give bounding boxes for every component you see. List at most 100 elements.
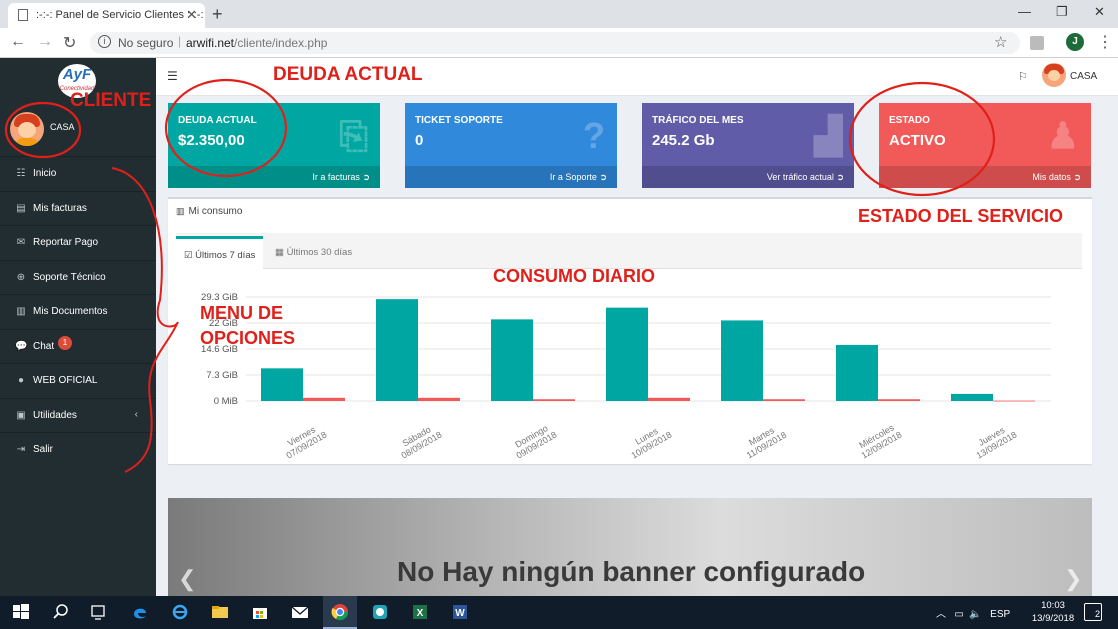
clock-time: 10:03 xyxy=(1041,600,1065,611)
sidebar-item-utilidades[interactable]: ▣ Utilidades ‹ xyxy=(0,397,156,433)
chart-bar xyxy=(951,393,993,401)
info-icon[interactable]: i xyxy=(98,35,111,48)
info-box-label: TRÁFICO DEL MES xyxy=(652,115,744,126)
new-tab-icon[interactable]: + xyxy=(212,4,223,25)
sidebar-item-soporte-tecnico[interactable]: ⊕ Soporte Técnico xyxy=(0,259,156,295)
menu-toggle-icon[interactable]: ☰ xyxy=(167,69,178,83)
sidebar-item-reportar-pago[interactable]: ✉ Reportar Pago xyxy=(0,225,156,260)
x-tick-label: Miércoles12/09/2018 xyxy=(854,421,903,459)
address-bar: ← → ↻ i No seguro | arwifi.net/cliente/i… xyxy=(0,28,1118,58)
tab-ultimos-30-dias[interactable]: ▦ Últimos 30 días xyxy=(267,236,360,269)
sidebar-item-salir[interactable]: ⇥ Salir xyxy=(0,432,156,467)
browser-tab-strip: :-:-: Panel de Servicio Clientes :-:-: ✕… xyxy=(0,0,1118,28)
topbar-username[interactable]: CASA xyxy=(1070,71,1097,82)
info-box-value: ACTIVO xyxy=(889,132,946,149)
task-view-icon[interactable] xyxy=(89,603,107,621)
avatar[interactable] xyxy=(1042,63,1066,87)
chat-icon: 💬 xyxy=(15,340,28,352)
close-tab-icon[interactable]: ✕ xyxy=(186,7,197,23)
sidebar-item-mis-documentos[interactable]: ▥ Mis Documentos xyxy=(0,294,156,329)
dashboard-icon: ☷ xyxy=(16,168,26,179)
logout-icon: ⇥ xyxy=(16,444,26,455)
mail-icon[interactable] xyxy=(291,603,309,621)
windows-start-icon[interactable] xyxy=(12,603,30,621)
info-box-trafico: TRÁFICO DEL MES 245.2 Gb ▟ Ver tráfico a… xyxy=(642,103,854,188)
info-box-footer-link[interactable]: Ir a facturas ➲ xyxy=(168,166,380,188)
chrome-taskbar-button[interactable] xyxy=(323,596,357,629)
chart-bar xyxy=(878,399,920,401)
back-icon[interactable]: ← xyxy=(10,33,26,51)
profile-avatar[interactable]: J xyxy=(1066,33,1084,51)
carousel-next-icon[interactable]: ❯ xyxy=(1064,566,1082,592)
calendar-icon: ▦ xyxy=(275,247,284,258)
x-tick-label: Domingo09/09/2018 xyxy=(509,421,558,459)
tab-ultimos-7-dias[interactable]: ☑ Últimos 7 días xyxy=(176,236,264,269)
chart-bar xyxy=(491,319,533,401)
info-box-value: 0 xyxy=(415,132,424,149)
info-box-footer-link[interactable]: Ver tráfico actual ➲ xyxy=(642,166,854,188)
reload-icon[interactable]: ↻ xyxy=(63,33,76,53)
security-indicator: No seguro xyxy=(118,36,174,50)
taskbar-clock[interactable]: 10:03 13/9/2018 xyxy=(1031,599,1075,625)
annotation-menu-line2: OPCIONES xyxy=(200,328,296,348)
network-icon[interactable]: ▭ xyxy=(954,609,963,620)
info-box-footer-link[interactable]: Mis datos ➲ xyxy=(879,166,1091,188)
sidebar-item-label: Chat xyxy=(33,340,55,352)
annotation-cliente: CLIENTE xyxy=(70,90,152,111)
clock-date: 13/9/2018 xyxy=(1031,613,1075,624)
carousel-prev-icon[interactable]: ❮ xyxy=(178,566,196,592)
chart-bar xyxy=(763,399,805,401)
chevron-up-icon[interactable]: ︿ xyxy=(936,609,946,620)
question-circle-icon: ? xyxy=(583,115,605,156)
bookmark-star-icon[interactable]: ☆ xyxy=(994,33,1007,51)
browser-menu-icon[interactable]: ⋮ xyxy=(1097,32,1113,52)
info-box-label: TICKET SOPORTE xyxy=(415,115,503,126)
envelope-icon: ✉ xyxy=(16,237,26,248)
chart-bar xyxy=(261,368,303,401)
info-icon: ● xyxy=(17,375,25,386)
x-tick-label: Jueves13/09/2018 xyxy=(969,421,1018,459)
url-field[interactable]: i No seguro | arwifi.net/cliente/index.p… xyxy=(90,32,1020,54)
info-box-value: 245.2 Gb xyxy=(652,132,715,149)
sidebar-item-label: Salir xyxy=(33,444,54,455)
arrow-circle-right-icon: ➲ xyxy=(836,172,844,182)
info-box-ticket: TICKET SOPORTE 0 ? Ir a Soporte ➲ xyxy=(405,103,617,188)
language-indicator[interactable]: ESP xyxy=(990,609,1010,620)
store-icon[interactable] xyxy=(251,603,269,621)
browser-tab[interactable]: :-:-: Panel de Servicio Clientes :-:-: ✕ xyxy=(8,3,205,28)
sidebar-item-chat[interactable]: 💬 Chat 1 xyxy=(0,328,156,364)
edge-browser-icon[interactable] xyxy=(131,603,149,621)
x-tick-label: Viernes07/09/2018 xyxy=(279,421,328,459)
sidebar-menu: ☷ Inicio ▤ Mis facturas ✉ Reportar Pago … xyxy=(0,156,156,467)
minimize-icon[interactable]: — xyxy=(1018,4,1031,19)
chart-bar xyxy=(648,397,690,401)
sidebar-item-label: Soporte Técnico xyxy=(33,271,106,283)
y-tick-label: 0 MiB xyxy=(214,396,238,407)
excel-icon[interactable]: X xyxy=(411,603,429,621)
close-window-icon[interactable]: ✕ xyxy=(1094,4,1105,20)
file-explorer-icon[interactable] xyxy=(211,603,229,621)
internet-explorer-icon[interactable] xyxy=(171,603,189,621)
forward-icon[interactable]: → xyxy=(37,33,53,51)
notification-center-icon[interactable]: 2 xyxy=(1084,603,1102,621)
restore-icon[interactable]: ❐ xyxy=(1056,4,1068,20)
consumption-bar-chart: 0 MiB7.3 GiB14.6 GiB22 GiB29.3 GiBVierne… xyxy=(201,292,1051,459)
search-icon[interactable] xyxy=(52,603,70,621)
sidebar-item-web-oficial[interactable]: ● WEB OFICIAL xyxy=(0,363,156,398)
volume-icon[interactable]: 🔈 xyxy=(969,609,981,620)
sidebar-item-label: Reportar Pago xyxy=(33,237,99,248)
panel-title: ▥ Mi consumo xyxy=(176,206,243,217)
url-path: /cliente/index.php xyxy=(234,36,328,50)
sidebar-item-inicio[interactable]: ☷ Inicio xyxy=(0,156,156,191)
banner-text: No Hay ningún banner configurado xyxy=(397,556,866,587)
info-box-footer-link[interactable]: Ir a Soporte ➲ xyxy=(405,166,617,188)
chart-bar xyxy=(376,299,418,401)
sidebar-item-mis-facturas[interactable]: ▤ Mis facturas xyxy=(0,190,156,226)
word-icon[interactable]: W xyxy=(451,603,469,621)
info-box-value: $2.350,00 xyxy=(178,132,245,149)
extension-icon[interactable] xyxy=(1030,36,1044,50)
flag-icon[interactable]: ⚐ xyxy=(1018,70,1028,83)
y-tick-label: 7.3 GiB xyxy=(206,370,238,381)
briefcase-icon: ▣ xyxy=(16,409,26,421)
app-icon[interactable] xyxy=(371,603,389,621)
